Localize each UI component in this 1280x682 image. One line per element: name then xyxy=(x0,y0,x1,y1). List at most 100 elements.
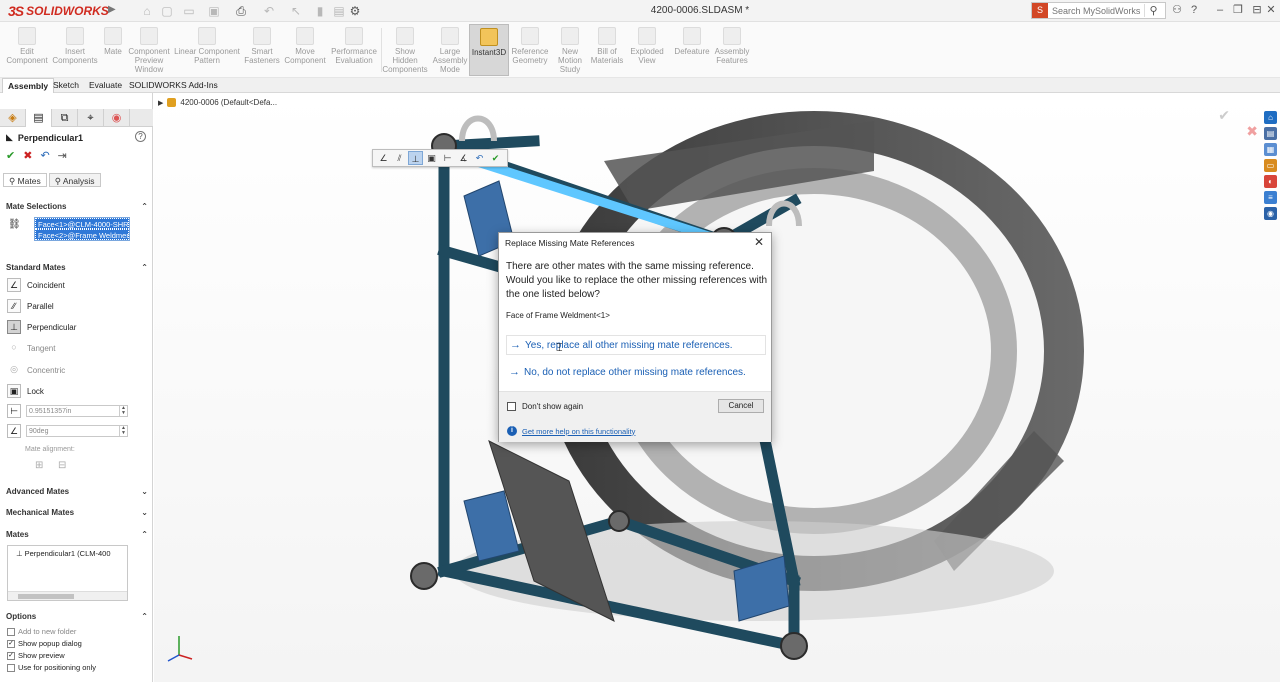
tab-analysis[interactable]: ⚲ Analysis xyxy=(48,173,101,187)
save-icon[interactable]: ▣ xyxy=(207,4,221,18)
open-folder-icon[interactable]: ▭ xyxy=(182,4,196,18)
standard-mates-header[interactable]: Standard Mates ⌃ xyxy=(6,262,148,274)
mate-tangent[interactable]: ○ Tangent xyxy=(7,340,55,356)
horizontal-scrollbar[interactable] xyxy=(8,591,127,600)
ok-check-icon[interactable]: ✔ xyxy=(6,149,15,162)
undo-icon[interactable]: ↶ xyxy=(262,4,276,18)
options-gear-icon[interactable]: ⚙ xyxy=(348,4,362,18)
move-component-button[interactable]: Move Component xyxy=(282,24,328,76)
show-popup-dialog-checkbox[interactable]: ✓ Show popup dialog xyxy=(7,638,82,649)
insert-components-button[interactable]: Insert Components xyxy=(52,24,98,76)
scrollbar-thumb[interactable] xyxy=(18,594,74,599)
close-icon[interactable]: ✕ xyxy=(752,235,766,249)
ok-check-icon[interactable]: ✔ xyxy=(488,151,503,165)
undo-icon[interactable]: ↶ xyxy=(40,149,49,162)
exploded-view-button[interactable]: Exploded View xyxy=(628,24,666,76)
defeature-button[interactable]: Defeature xyxy=(672,24,712,76)
list-item[interactable]: Face<2>@Frame Weldment xyxy=(35,229,129,240)
checkbox-checked[interactable]: ✓ xyxy=(7,651,15,660)
confirm-check-icon[interactable]: ✔ xyxy=(1218,107,1230,124)
close-icon[interactable]: ✕ xyxy=(1264,3,1278,17)
checkbox-checked[interactable]: ✓ xyxy=(7,639,15,648)
pin-icon[interactable]: ⇥ xyxy=(58,149,67,162)
use-for-positioning-only-checkbox[interactable]: Use for positioning only xyxy=(7,662,96,673)
tab-solidworks-add-ins[interactable]: SOLIDWORKS Add-Ins xyxy=(124,78,223,93)
lock-icon[interactable]: ▣ xyxy=(424,151,439,165)
no-replace-button[interactable]: → No, do not replace other missing mate … xyxy=(506,362,766,382)
assembly-features-button[interactable]: Assembly Features xyxy=(712,24,752,76)
mate-selections-list[interactable]: Face<1>@CLM-4000-SHR-2 Face<2>@Frame Wel… xyxy=(34,217,130,241)
file-explorer-icon[interactable]: ▭ xyxy=(1264,159,1277,172)
smart-fasteners-button[interactable]: Smart Fasteners xyxy=(242,24,282,76)
reference-geometry-button[interactable]: Reference Geometry xyxy=(509,24,551,76)
mates-header[interactable]: Mates ⌃ xyxy=(6,529,148,541)
configurationmanager-icon[interactable]: ⧉ xyxy=(52,109,78,127)
solidworks-forum-icon[interactable]: ◉ xyxy=(1264,207,1277,220)
minimize-icon[interactable]: – xyxy=(1213,3,1227,17)
angle-field[interactable]: 90deg ▲ ▼ xyxy=(26,425,128,437)
design-library-icon[interactable]: ▦ xyxy=(1264,143,1277,156)
mate-parallel[interactable]: ∕∕ Parallel xyxy=(7,298,54,314)
options-header[interactable]: Options ⌃ xyxy=(6,611,148,623)
home-icon[interactable]: ⌂ xyxy=(140,4,154,18)
tab-sketch[interactable]: Sketch xyxy=(48,78,84,93)
tile-icon[interactable]: ⊟ xyxy=(1250,3,1264,17)
advanced-mates-header[interactable]: Advanced Mates ⌄ xyxy=(6,486,148,498)
distance-icon[interactable]: ⊢ xyxy=(440,151,455,165)
distance-field[interactable]: 0.95151357in ▲ ▼ xyxy=(26,405,128,417)
coincident-icon[interactable]: ∠ xyxy=(376,151,391,165)
angle-mate-icon[interactable]: ∠ xyxy=(7,424,21,438)
help-icon[interactable]: ? xyxy=(1187,3,1201,17)
spinner-icon[interactable]: ▲ ▼ xyxy=(119,426,127,436)
cancel-button[interactable]: Cancel xyxy=(718,399,764,413)
checkbox[interactable] xyxy=(507,402,516,411)
aligned-icon[interactable]: ⊞ xyxy=(35,460,43,471)
mechanical-mates-header[interactable]: Mechanical Mates ⌄ xyxy=(6,507,148,519)
checkbox[interactable] xyxy=(7,627,15,636)
restore-icon[interactable]: ❐ xyxy=(1231,3,1245,17)
rebuild-icon[interactable]: ▮ xyxy=(313,4,327,18)
checkbox[interactable] xyxy=(7,663,15,672)
propertymanager-icon[interactable]: ▤ xyxy=(26,109,52,127)
add-to-new-folder-checkbox[interactable]: Add to new folder xyxy=(7,626,76,637)
cancel-x-icon[interactable]: ✖ xyxy=(1246,123,1258,140)
large-assembly-mode-button[interactable]: Large Assembly Mode xyxy=(430,24,470,76)
search-input[interactable] xyxy=(1048,5,1144,16)
home-icon[interactable]: ⌂ xyxy=(1264,111,1277,124)
show-hidden-components-button[interactable]: Show Hidden Components xyxy=(382,24,428,76)
new-document-icon[interactable]: ▢ xyxy=(160,4,174,18)
select-arrow-icon[interactable]: ↖ xyxy=(289,4,303,18)
search-mysolidworks[interactable]: S ⚲ xyxy=(1031,2,1166,19)
yes-replace-button[interactable]: → Yes, replace all other missing mate re… xyxy=(506,335,766,355)
solidworks-logo[interactable]: 3S SOLIDWORKS xyxy=(8,3,109,19)
show-preview-checkbox[interactable]: ✓ Show preview xyxy=(7,650,65,661)
linear-component-pattern-button[interactable]: Linear Component Pattern xyxy=(174,24,240,76)
tab-assembly[interactable]: Assembly xyxy=(2,78,55,93)
appearances-icon[interactable]: ◐ xyxy=(1264,175,1277,188)
print-icon[interactable]: ⎙ xyxy=(234,4,248,18)
mate-lock[interactable]: ▣ Lock xyxy=(7,383,44,399)
cancel-x-icon[interactable]: ✖ xyxy=(23,149,32,162)
mate-perpendicular[interactable]: ⊥ Perpendicular xyxy=(7,319,76,335)
resources-icon[interactable]: ▤ xyxy=(1264,127,1277,140)
instant3d-button[interactable]: Instant3D xyxy=(469,24,509,76)
mate-selections-header[interactable]: Mate Selections ⌃ xyxy=(6,201,148,213)
feature-tree-flyout[interactable]: ▶ 4200-0006 (Default<Defa... xyxy=(158,98,277,107)
expand-arrow-icon[interactable]: ▶ xyxy=(158,99,163,107)
component-preview-window-button[interactable]: Component Preview Window xyxy=(126,24,172,76)
parallel-icon[interactable]: ⫽ xyxy=(392,151,407,165)
mate-concentric[interactable]: ◎ Concentric xyxy=(7,362,65,378)
new-motion-study-button[interactable]: New Motion Study xyxy=(553,24,587,76)
flip-alignment-icon[interactable]: ↶ xyxy=(472,151,487,165)
angle-icon[interactable]: ∡ xyxy=(456,151,471,165)
menu-expand-arrow-icon[interactable]: ▶ xyxy=(108,4,118,18)
anti-aligned-icon[interactable]: ⊟ xyxy=(58,460,66,471)
mate-coincident[interactable]: ∠ Coincident xyxy=(7,277,65,293)
custom-properties-icon[interactable]: ≡ xyxy=(1264,191,1277,204)
edit-component-button[interactable]: Edit Component xyxy=(4,24,50,76)
perpendicular-icon[interactable]: ⊥ xyxy=(408,151,423,165)
mates-list[interactable]: ⊥ Perpendicular1 (CLM-400 xyxy=(7,545,128,601)
displaymanager-icon[interactable]: ◉ xyxy=(104,109,130,127)
list-item[interactable]: ⊥ Perpendicular1 (CLM-400 xyxy=(16,549,111,558)
dont-show-again-checkbox[interactable]: Don't show again xyxy=(507,402,583,411)
